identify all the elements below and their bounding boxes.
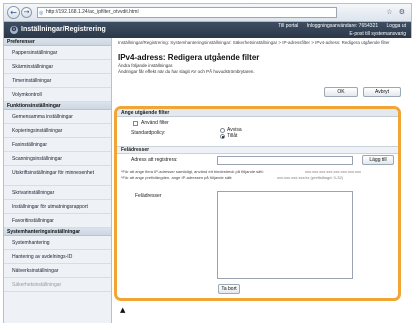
main-content: Inställningar/Registrering: Systemhanter… (112, 38, 413, 323)
sidebar-section-system: Systemhanteringsinställningar (4, 228, 111, 236)
instructions-line-2: Ändringar får effekt när du har slagit A… (118, 68, 255, 74)
cancel-button[interactable]: Avbryt (363, 87, 401, 97)
sidebar-item-printer[interactable]: Skrivarinställningar (4, 186, 111, 200)
instructions: Ändra följande inställningar. Ändringar … (118, 63, 255, 74)
delete-button[interactable]: Ta bort (218, 284, 240, 294)
app-title: ⚙ Inställningar/Registrering (10, 25, 106, 35)
header-links: Till portal Inloggningsanvändare: 765432… (271, 23, 406, 37)
allow-radio[interactable] (220, 134, 225, 139)
browser-window: ← → ◎ http://192.168.1.24/ac_ipfilter_ot… (3, 3, 413, 323)
use-filter-label: Använd filter (141, 120, 169, 126)
use-filter-checkbox[interactable] (133, 121, 138, 126)
exceptions-list[interactable] (217, 191, 353, 279)
sidebar-item-timer[interactable]: Timerinställningar (4, 74, 111, 88)
exceptions-list-label: Felädresser (135, 193, 162, 199)
sidebar-item-security[interactable]: Säkerhetsinställningar (4, 278, 111, 292)
settings-icon: ⚙ (10, 26, 18, 34)
sidebar-item-favorites[interactable]: Favoritinställningar (4, 214, 111, 228)
default-policy-label: Standardpolicy: (131, 130, 166, 136)
note-prefix-example: xxx.xxx.xxx.xxx/xx (prefixlängd: 0-32) (277, 175, 344, 180)
browser-toolbar: ← → ◎ http://192.168.1.24/ac_ipfilter_ot… (4, 4, 411, 22)
ok-button[interactable]: OK (324, 87, 358, 97)
sidebar-item-department-id[interactable]: Hantering av avdelnings-ID (4, 250, 111, 264)
note-range-text: *För att ange flera IP-adresser samtidig… (121, 169, 264, 174)
sidebar-item-volume[interactable]: Volymkontroll (4, 88, 111, 102)
sidebar: Preferenser Pappersinställningar Skärmin… (4, 38, 112, 323)
sidebar-section-functions: Funktionsinställningar (4, 102, 111, 110)
email-admin-link[interactable]: E-post till systemansvarig (349, 31, 406, 37)
sidebar-item-memory-print[interactable]: Utskriftsinställningar för minnesenhet (4, 166, 111, 186)
note-range-example: xxx.xxx.xxx.xxx-xxx.xxx.xxx.xxx (305, 169, 361, 174)
url-text: http://192.168.1.24/ac_ipfilter_otvvdit.… (46, 9, 139, 15)
forward-arrow-icon[interactable]: → (21, 7, 32, 18)
panel-header: Ange utgående filter (117, 109, 398, 117)
logout-link[interactable]: Logga ut (387, 23, 406, 29)
sidebar-section-preferences: Preferenser (4, 38, 111, 46)
sidebar-item-fax[interactable]: Faxinställningar (4, 138, 111, 152)
outbound-filter-panel: Ange utgående filter Använd filter Stand… (114, 106, 401, 301)
note-prefix-text: *För att ange prefixlängden, ange IP-adr… (121, 175, 233, 180)
address-input[interactable] (217, 156, 353, 165)
sidebar-item-scan[interactable]: Scanningsinställningar (4, 152, 111, 166)
sidebar-item-copy[interactable]: Kopieringsinställningar (4, 124, 111, 138)
address-label: Adress att registrera: (131, 157, 178, 163)
reject-radio[interactable] (220, 128, 225, 133)
sidebar-item-common[interactable]: Gemensamma inställningar (4, 110, 111, 124)
back-to-top-icon[interactable]: ▲ (120, 306, 125, 314)
exceptions-header: Felädresser (117, 146, 398, 154)
add-button[interactable]: Lägg till (362, 155, 394, 165)
portal-link[interactable]: Till portal (278, 23, 298, 29)
breadcrumb: Inställningar/Registrering: Systemhanter… (118, 40, 390, 45)
globe-icon: ◎ (39, 10, 44, 16)
sidebar-item-display[interactable]: Skärminställningar (4, 60, 111, 74)
sidebar-item-output-report[interactable]: Inställningar för utmatningsrapport (4, 200, 111, 214)
sidebar-item-network[interactable]: Nätverksinställningar (4, 264, 111, 278)
app-title-text: Inställningar/Registrering (21, 26, 106, 33)
address-bar[interactable]: ◎ http://192.168.1.24/ac_ipfilter_otvvdi… (37, 7, 337, 18)
note-prefix: *För att ange prefixlängden, ange IP-adr… (121, 175, 396, 180)
login-user: Inloggningsanvändare: 7654321 (306, 23, 379, 29)
sidebar-item-paper[interactable]: Pappersinställningar (4, 46, 111, 60)
allow-label: Tillåt (227, 133, 238, 139)
sidebar-item-system-management[interactable]: Systemhantering (4, 236, 111, 250)
page-title: IPv4-adress: Redigera utgående filter (118, 53, 260, 62)
browser-tools-icons[interactable]: ☆ ⚙ (386, 8, 407, 16)
back-arrow-icon[interactable]: ← (7, 6, 20, 19)
app-header: ⚙ Inställningar/Registrering Till portal … (4, 22, 411, 38)
